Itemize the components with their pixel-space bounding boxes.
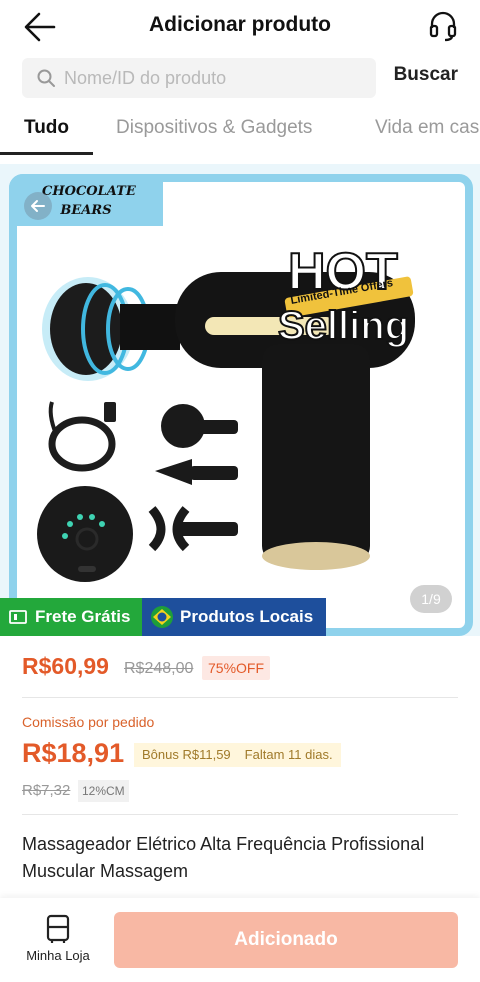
search-box [22, 58, 376, 98]
commission-value: R$18,91 [22, 738, 125, 768]
support-button[interactable] [428, 10, 458, 42]
bonus-amount: Bônus R$11,59 [142, 747, 231, 762]
headset-icon [429, 11, 457, 42]
tab-home-life[interactable]: Vida em casa [375, 117, 480, 139]
search-icon [37, 69, 55, 87]
header: Adicionar produto [0, 0, 480, 54]
add-button[interactable]: Adicionado [114, 912, 458, 968]
bottom-bar: Minha Loja Adicionado [0, 898, 480, 982]
discount-badge: 75%OFF [202, 656, 271, 680]
commission-rate: 12%CM [78, 780, 129, 802]
brazil-flag-icon [151, 606, 173, 628]
banner-selling-text: Selling [277, 303, 410, 349]
category-tabs: Tudo Dispositivos & Gadgets Vida em casa [0, 104, 480, 156]
store-icon [46, 914, 70, 943]
product-name: Massageador Elétrico Alta Frequência Pro… [22, 834, 425, 881]
massage-gun-illustration [37, 272, 415, 582]
image-pager: 1/9 [410, 585, 452, 613]
my-store-label: Minha Loja [26, 948, 90, 963]
divider [22, 814, 458, 815]
active-tab-indicator [0, 152, 93, 155]
free-shipping-badge: Frete Grátis [0, 598, 142, 636]
tab-devices-gadgets[interactable]: Dispositivos & Gadgets [116, 117, 312, 139]
free-shipping-label: Frete Grátis [35, 607, 131, 626]
tab-all[interactable]: Tudo [24, 117, 69, 139]
product-price: R$60,99 [22, 653, 109, 679]
page-title: Adicionar produto [149, 13, 331, 36]
product-image[interactable]: CHOCOLATE BEARS HOT Limited-Time Offers … [0, 164, 480, 636]
ticket-icon [9, 610, 27, 624]
commission-label: Comissão por pedido [22, 714, 155, 730]
original-price: R$248,00 [124, 660, 194, 677]
local-products-badge: Produtos Locais [142, 598, 326, 636]
search-input[interactable] [64, 58, 364, 98]
my-store-button[interactable]: Minha Loja [16, 912, 100, 968]
search-button[interactable]: Buscar [394, 64, 458, 86]
bonus-badge: Bônus R$11,59 Faltam 11 dias. [134, 743, 341, 767]
divider [22, 697, 458, 698]
bonus-deadline: Faltam 11 dias. [244, 747, 333, 762]
old-commission: R$7,32 [22, 782, 71, 799]
local-products-label: Produtos Locais [180, 607, 314, 626]
